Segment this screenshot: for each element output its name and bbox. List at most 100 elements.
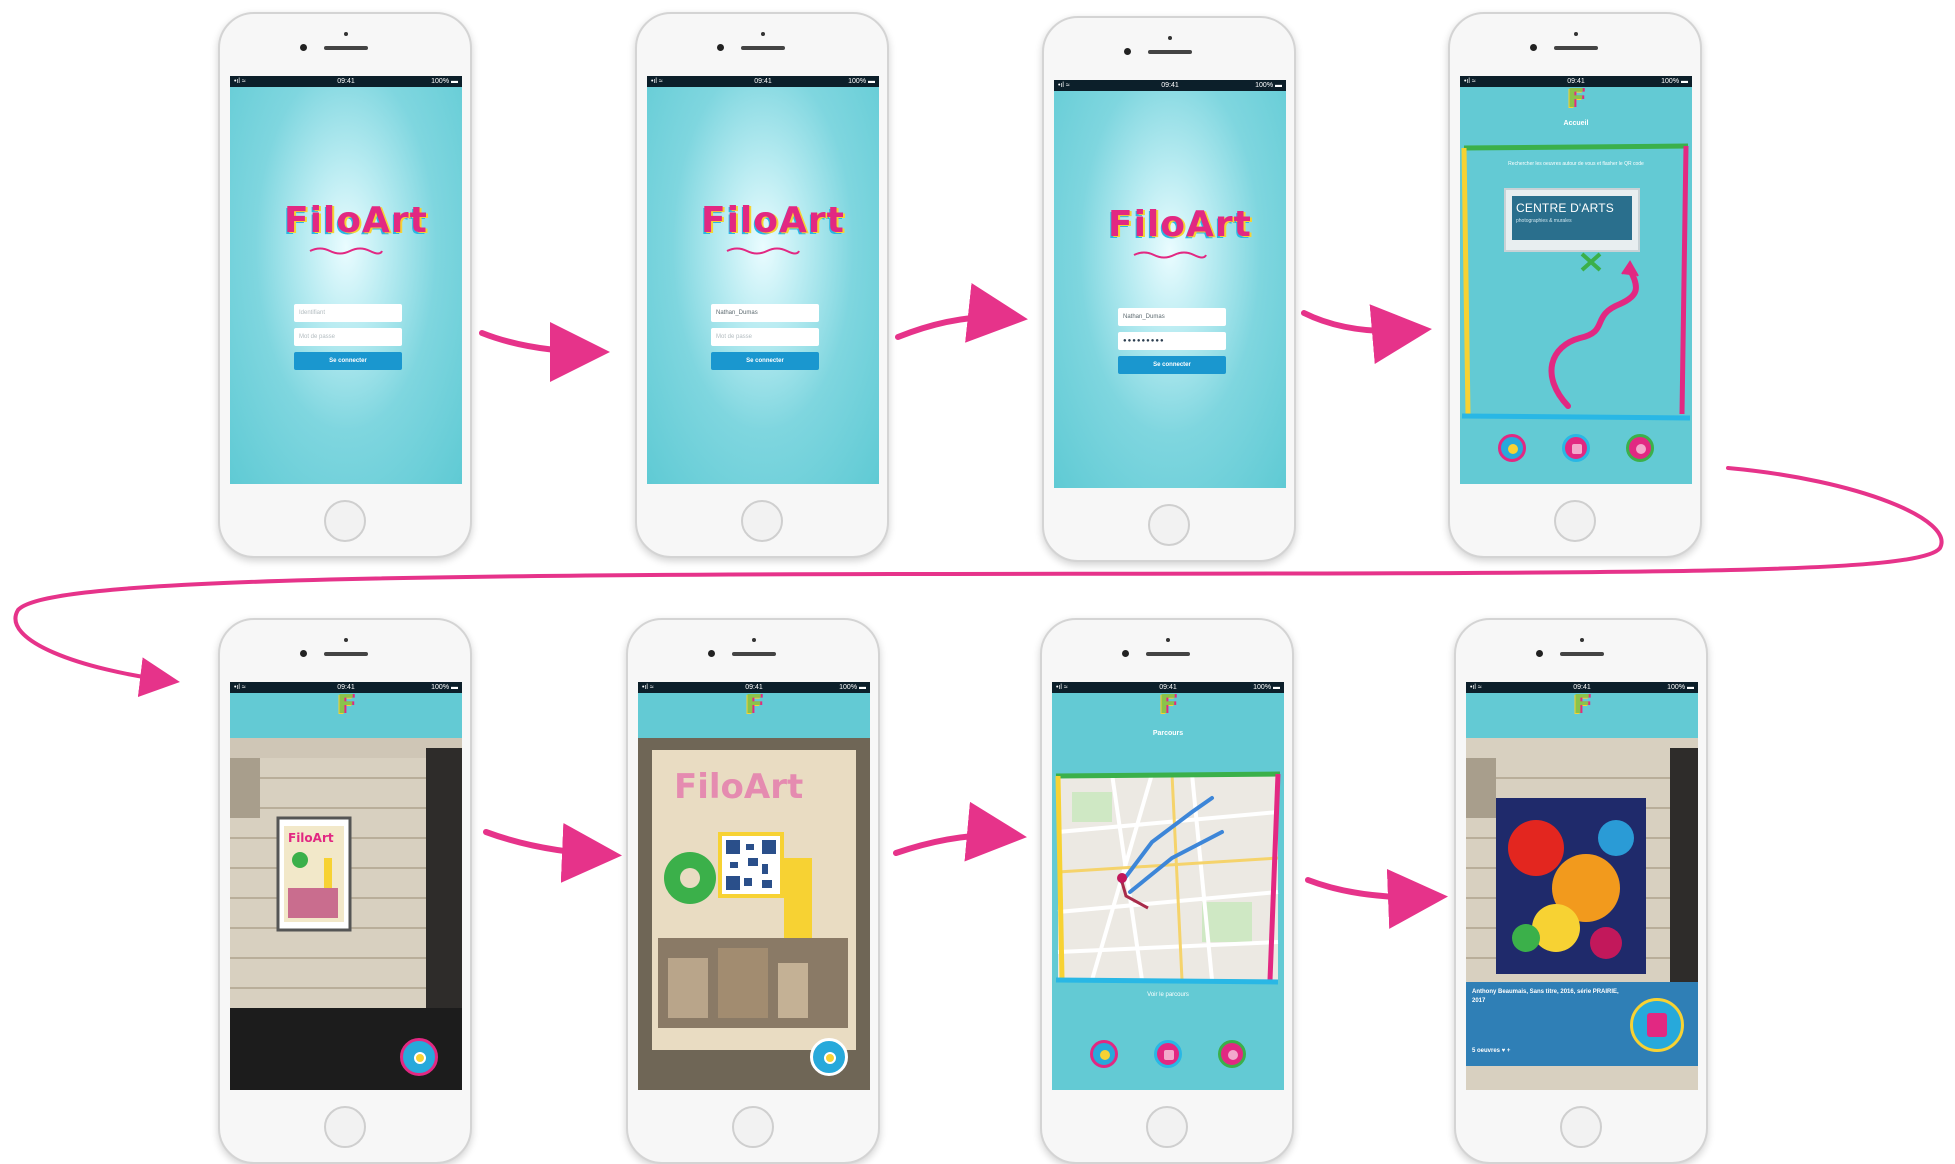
location-pin-icon: [1636, 444, 1646, 454]
museum-icon: [1164, 1050, 1174, 1060]
speaker-grille: [741, 46, 785, 50]
front-camera: [300, 650, 307, 657]
poster-sign: CENTRE D'ARTS photographies & murales: [1504, 188, 1640, 252]
nav-scan-button[interactable]: [1090, 1040, 1118, 1068]
camera: [1574, 32, 1578, 36]
screen: •ıl ≈ 09:41 100% ▬ F FiloArt: [638, 682, 870, 1090]
nav-location-button[interactable]: [1218, 1040, 1246, 1068]
museum-icon: [1647, 1013, 1667, 1037]
museum-icon: [1572, 444, 1582, 454]
sign-title: CENTRE D'ARTS: [1516, 201, 1615, 215]
front-camera: [717, 44, 724, 51]
app-logo: FiloArt: [284, 200, 428, 241]
screen: •ıl ≈ 09:41 100% ▬ FiloArt Identifiant M…: [230, 76, 462, 484]
arrow-3-to-4: [1301, 304, 1432, 364]
phone-map: •ıl ≈ 09:41 100% ▬ F Parcours Voir le pa…: [1040, 618, 1294, 1164]
arrow-6-to-7: [893, 801, 1027, 862]
speaker-grille: [1560, 652, 1604, 656]
colored-frame: [1461, 143, 1691, 421]
arrow-7-to-8: [1305, 868, 1448, 929]
home-button[interactable]: [324, 500, 366, 542]
home-button[interactable]: [732, 1106, 774, 1148]
logo-wave: [309, 247, 383, 255]
battery-icon: 100% ▬: [848, 78, 875, 85]
front-camera: [300, 44, 307, 51]
phone-login-empty: •ıl ≈ 09:41 100% ▬ FiloArt Identifiant M…: [218, 12, 472, 558]
speaker-grille: [324, 46, 368, 50]
password-field[interactable]: ●●●●●●●●●: [1118, 332, 1226, 350]
sign-subtitle: photographies & murales: [1516, 218, 1572, 224]
status-bar: •ıl ≈ 09:41 100% ▬: [647, 76, 879, 87]
scan-icon: [824, 1052, 836, 1064]
nav-location-button[interactable]: [1626, 434, 1654, 462]
status-time: 09:41: [337, 78, 355, 85]
sign-panel: CENTRE D'ARTS photographies & murales: [1512, 196, 1632, 240]
camera-view: FiloArt: [638, 738, 870, 1090]
username-field[interactable]: Nathan_Dumas: [711, 304, 819, 322]
camera: [752, 638, 756, 642]
arrow-5-to-6: [483, 822, 622, 883]
app-logo: FiloArt: [701, 200, 845, 241]
screen: •ıl ≈ 09:41 100% ▬ F Anthony Beaumais, S…: [1466, 682, 1698, 1090]
screen: •ıl ≈ 09:41 100% ▬ F Parcours Voir le pa…: [1052, 682, 1284, 1090]
speaker-grille: [1554, 46, 1598, 50]
phone-login-password: •ıl ≈ 09:41 100% ▬ FiloArt Nathan_Dumas …: [1042, 16, 1296, 562]
password-field[interactable]: Mot de passe: [294, 328, 402, 346]
camera: [344, 32, 348, 36]
phone-artwork: •ıl ≈ 09:41 100% ▬ F Anthony Beaumais, S…: [1454, 618, 1708, 1164]
camera: [1168, 36, 1172, 40]
front-camera: [1530, 44, 1537, 51]
battery-icon: 100% ▬: [1255, 82, 1282, 89]
app-mark: F: [1573, 690, 1591, 720]
phone-camera-building: •ıl ≈ 09:41 100% ▬ F FiloArt: [218, 618, 472, 1164]
nav-museum-button[interactable]: [1562, 434, 1590, 462]
svg-text:FiloArt: FiloArt: [288, 831, 334, 845]
home-button[interactable]: [1560, 1106, 1602, 1148]
logo-wave: [1133, 251, 1207, 259]
front-camera: [1536, 650, 1543, 657]
map-footer-text: Voir le parcours: [1147, 992, 1189, 998]
status-time: 09:41: [1161, 82, 1179, 89]
login-button[interactable]: Se connecter: [294, 352, 402, 370]
nav-scan-button[interactable]: [1498, 434, 1526, 462]
arrow-1-to-2: [479, 321, 610, 382]
phone-qr-scan: •ıl ≈ 09:41 100% ▬ F FiloArt: [626, 618, 880, 1164]
scan-icon: [1508, 444, 1518, 454]
museum-button[interactable]: [1630, 998, 1684, 1052]
camera: [1166, 638, 1170, 642]
home-intro: Rechercher les oeuvres autour de vous et…: [1508, 161, 1644, 167]
scan-button[interactable]: [400, 1038, 438, 1076]
home-button[interactable]: [1554, 500, 1596, 542]
scan-icon: [414, 1052, 426, 1064]
screen: •ıl ≈ 09:41 100% ▬ F FiloArt: [230, 682, 462, 1090]
username-field[interactable]: Nathan_Dumas: [1118, 308, 1226, 326]
home-button[interactable]: [324, 1106, 366, 1148]
camera: [1580, 638, 1584, 642]
artwork-caption: Anthony Beaumais, Sans titre, 2016, séri…: [1472, 989, 1619, 1004]
screen: •ıl ≈ 09:41 100% ▬ FiloArt Nathan_Dumas …: [1054, 80, 1286, 488]
username-field[interactable]: Identifiant: [294, 304, 402, 322]
front-camera: [1124, 48, 1131, 55]
password-field[interactable]: Mot de passe: [711, 328, 819, 346]
status-time: 09:41: [754, 78, 772, 85]
battery-icon: 100% ▬: [431, 78, 458, 85]
phone-login-username: •ıl ≈ 09:41 100% ▬ FiloArt Nathan_Dumas …: [635, 12, 889, 558]
artwork-count: 5 oeuvres ♥ +: [1472, 1048, 1511, 1054]
speaker-grille: [1148, 50, 1192, 54]
home-button[interactable]: [741, 500, 783, 542]
logo-wave: [726, 247, 800, 255]
svg-text:FiloArt: FiloArt: [674, 767, 803, 807]
arrow-2-to-3: [895, 283, 1028, 343]
screen: •ıl ≈ 09:41 100% ▬ FiloArt Nathan_Dumas …: [647, 76, 879, 484]
speaker-grille: [324, 652, 368, 656]
nav-museum-button[interactable]: [1154, 1040, 1182, 1068]
login-button[interactable]: Se connecter: [1118, 356, 1226, 374]
camera: [761, 32, 765, 36]
home-button[interactable]: [1146, 1106, 1188, 1148]
speaker-grille: [732, 652, 776, 656]
home-button[interactable]: [1148, 504, 1190, 546]
app-mark: F: [337, 690, 355, 720]
login-button[interactable]: Se connecter: [711, 352, 819, 370]
scan-button[interactable]: [810, 1038, 848, 1076]
scan-icon: [1100, 1050, 1110, 1060]
